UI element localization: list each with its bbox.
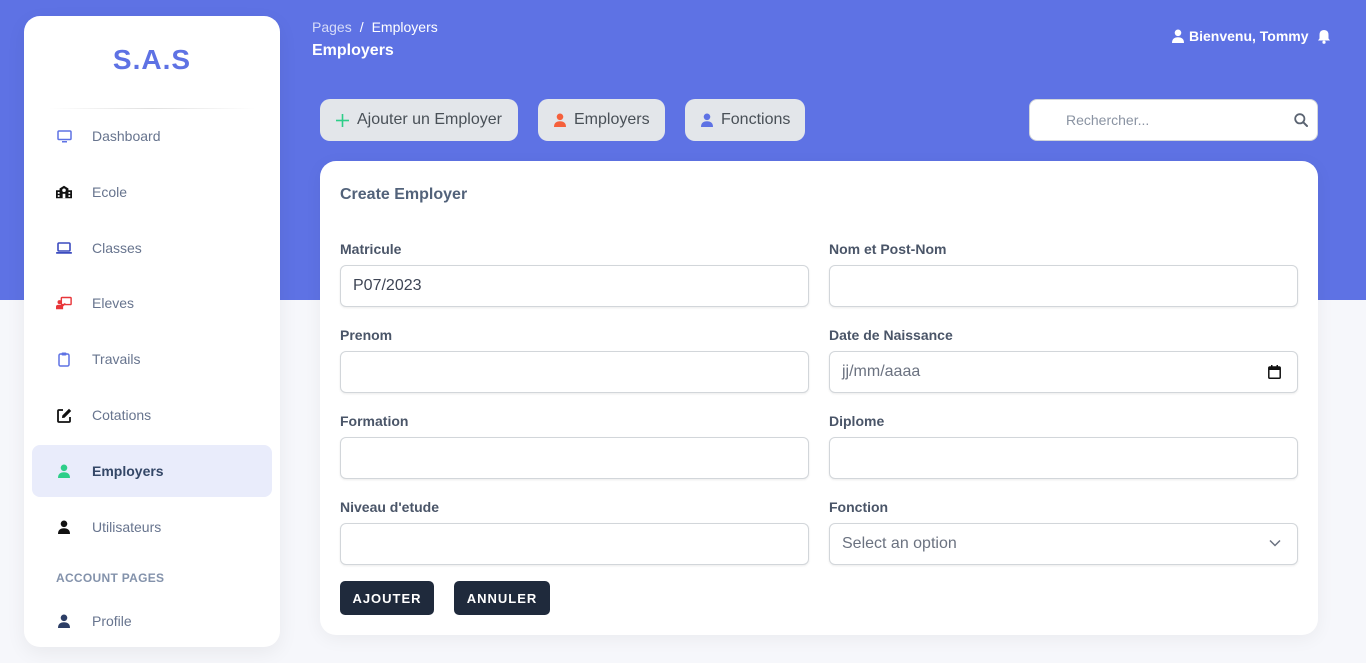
sidebar-item-travails[interactable]: Travails	[32, 333, 272, 385]
matricule-field-wrapper	[340, 265, 809, 307]
sidebar-item-cotations[interactable]: Cotations	[32, 389, 272, 441]
search-box	[1029, 99, 1318, 141]
sidebar-item-eleves[interactable]: Eleves	[32, 277, 272, 329]
user-icon	[56, 519, 72, 535]
user-icon	[56, 613, 72, 629]
user-greeting[interactable]: Bienvenu, Tommy	[1189, 28, 1309, 44]
breadcrumb: Pages / Employers	[312, 19, 438, 35]
user-icon	[1172, 29, 1184, 43]
prenom-label: Prenom	[340, 327, 393, 343]
search-input[interactable]	[1030, 100, 1280, 140]
user-menu[interactable]: Bienvenu, Tommy	[1172, 28, 1331, 44]
sidebar-item-label: Utilisateurs	[92, 519, 162, 535]
sidebar-item-ecole[interactable]: Ecole	[32, 166, 272, 218]
niveau-label: Niveau d'etude	[340, 499, 440, 515]
sidebar: S.A.S Dashboard Ecole Classes Eleves Tra…	[24, 16, 280, 647]
sidebar-item-utilisateurs[interactable]: Utilisateurs	[32, 501, 272, 553]
diplome-input[interactable]	[830, 438, 1297, 478]
annuler-button[interactable]: ANNULER	[454, 581, 550, 615]
sidebar-item-label: Dashboard	[92, 128, 161, 144]
card-title: Create Employer	[340, 186, 468, 203]
nom-label: Nom et Post-Nom	[829, 241, 947, 257]
section-title-account: ACCOUNT PAGES	[56, 571, 165, 585]
edit-icon	[56, 407, 72, 423]
user-icon	[56, 463, 72, 479]
prenom-input[interactable]	[341, 352, 808, 392]
niveau-field-wrapper	[340, 523, 809, 565]
calendar-icon[interactable]	[1268, 365, 1281, 379]
sidebar-item-label: Eleves	[92, 295, 135, 311]
date-placeholder: jj/mm/aaaa	[842, 363, 921, 380]
bell-icon[interactable]	[1317, 29, 1331, 44]
employers-button-label: Employers	[574, 111, 650, 128]
date-naissance-input[interactable]: jj/mm/aaaa	[829, 351, 1298, 393]
search-icon[interactable]	[1294, 113, 1308, 127]
chevron-down-icon	[1269, 539, 1281, 547]
clipboard-icon	[56, 351, 72, 367]
laptop-icon	[56, 240, 72, 256]
add-employer-label: Ajouter un Employer	[357, 111, 502, 128]
sidebar-item-dashboard[interactable]: Dashboard	[32, 110, 272, 162]
niveau-input[interactable]	[341, 524, 808, 564]
create-employer-card: Create Employer Matricule Nom et Post-No…	[320, 161, 1318, 635]
prenom-field-wrapper	[340, 351, 809, 393]
desktop-icon	[56, 128, 72, 144]
sidebar-item-label: Ecole	[92, 184, 128, 200]
sidebar-item-label: Travails	[92, 351, 141, 367]
sidebar-item-profile[interactable]: Profile	[32, 595, 272, 647]
user-icon	[701, 113, 713, 127]
add-employer-button[interactable]: Ajouter un Employer	[320, 99, 518, 141]
diplome-field-wrapper	[829, 437, 1298, 479]
fonction-selected-value: Select an option	[842, 535, 957, 552]
fonction-label: Fonction	[829, 499, 889, 515]
nom-field-wrapper	[829, 265, 1298, 307]
formation-field-wrapper	[340, 437, 809, 479]
nom-input[interactable]	[830, 266, 1297, 306]
breadcrumb-separator: /	[359, 19, 364, 35]
chalkboard-teacher-icon	[56, 295, 72, 311]
formation-input[interactable]	[341, 438, 808, 478]
plus-icon	[336, 113, 349, 127]
sidebar-item-label: Employers	[92, 463, 164, 479]
matricule-input[interactable]	[341, 266, 808, 306]
fonctions-button-label: Fonctions	[721, 111, 791, 128]
ajouter-button[interactable]: AJOUTER	[340, 581, 434, 615]
sidebar-item-employers[interactable]: Employers	[32, 445, 272, 497]
sidebar-item-classes[interactable]: Classes	[32, 222, 272, 274]
brand-divider	[48, 108, 256, 109]
sidebar-item-label: Cotations	[92, 407, 152, 423]
sidebar-item-label: Profile	[92, 613, 132, 629]
fonctions-button[interactable]: Fonctions	[685, 99, 805, 141]
formation-label: Formation	[340, 413, 409, 429]
sidebar-item-label: Classes	[92, 240, 142, 256]
fonction-select[interactable]: Select an option	[829, 523, 1298, 565]
date-naissance-label: Date de Naissance	[829, 327, 953, 343]
employers-button[interactable]: Employers	[538, 99, 665, 141]
matricule-label: Matricule	[340, 241, 402, 257]
user-icon	[554, 113, 566, 127]
diplome-label: Diplome	[829, 413, 885, 429]
breadcrumb-current: Employers	[371, 19, 438, 35]
page-title: Employers	[312, 42, 394, 59]
breadcrumb-pages-link[interactable]: Pages	[312, 19, 352, 35]
school-icon	[56, 184, 72, 200]
brand-logo[interactable]: S.A.S	[24, 44, 280, 76]
